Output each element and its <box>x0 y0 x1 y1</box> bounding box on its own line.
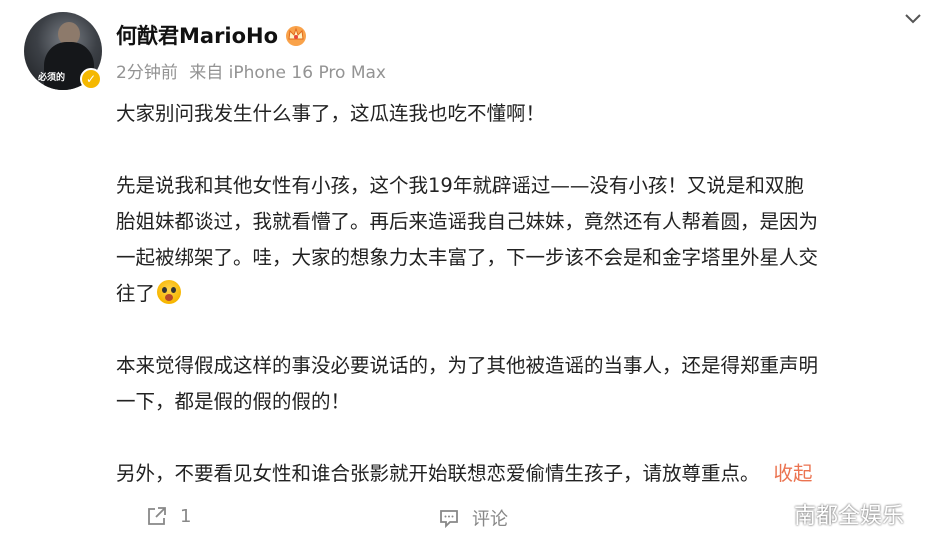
verified-badge-icon: ✓ <box>80 68 102 90</box>
post-source: 来自 iPhone 16 Pro Max <box>189 63 386 83</box>
text-line: 胎姐妹都谈过，我就看懵了。再后来造谣我自己妹妹，竟然还有人帮着圆，是因为 <box>116 210 819 233</box>
post-paragraph-3: 本来觉得假成这样的事没必要说话的，为了其他被造谣的当事人，还是得郑重声明 一下，… <box>116 348 916 420</box>
crown-badge-icon[interactable] <box>284 23 308 47</box>
text-line: 一起被绑架了。哇，大家的想象力太丰富了，下一步该不会是和金字塔里外星人交 <box>116 246 819 269</box>
text-line: 另外，不要看见女性和谁合张影就开始联想恋爱偷情生孩子，请放尊重点。 <box>116 462 760 485</box>
author-name-row: 何猷君MarioHo <box>116 20 308 50</box>
post-meta: 2分钟前 来自 iPhone 16 Pro Max <box>116 58 386 83</box>
collapse-link[interactable]: 收起 <box>774 462 813 485</box>
repost-button[interactable]: 1 <box>146 505 191 527</box>
scream-emoji-icon <box>157 280 182 304</box>
comment-label: 评论 <box>472 509 508 530</box>
post-paragraph-2: 先是说我和其他女性有小孩，这个我19年就辟谣过——没有小孩！又说是和双胞 胎姐妹… <box>116 168 916 312</box>
text-line: 先是说我和其他女性有小孩，这个我19年就辟谣过——没有小孩！又说是和双胞 <box>116 174 804 197</box>
watermark-text: 南都全娱乐 <box>794 504 905 529</box>
text-line: 往了 <box>116 282 156 305</box>
text-line: 一下，都是假的假的假的！ <box>116 390 351 413</box>
author-name[interactable]: 何猷君MarioHo <box>116 20 278 50</box>
repost-count: 1 <box>180 505 192 527</box>
chevron-down-icon[interactable] <box>902 8 924 30</box>
post-paragraph-1: 大家别问我发生什么事了，这瓜连我也吃不懂啊！ <box>116 96 916 132</box>
text-line: 大家别问我发生什么事了，这瓜连我也吃不懂啊！ <box>116 102 546 125</box>
comment-icon <box>440 510 458 529</box>
post-content: 大家别问我发生什么事了，这瓜连我也吃不懂啊！ 先是说我和其他女性有小孩，这个我1… <box>116 96 916 492</box>
repost-icon <box>148 507 166 525</box>
post-time[interactable]: 2分钟前 <box>116 63 178 83</box>
comment-button[interactable]: 评论 <box>438 505 508 531</box>
post-paragraph-4: 另外，不要看见女性和谁合张影就开始联想恋爱偷情生孩子，请放尊重点。 收起 <box>116 456 916 492</box>
avatar-caption: 必须的 <box>38 73 66 83</box>
weibo-logo-icon <box>761 503 789 526</box>
text-line: 本来觉得假成这样的事没必要说话的，为了其他被造谣的当事人，还是得郑重声明 <box>116 354 819 377</box>
weibo-watermark: 南都全娱乐 <box>760 498 904 530</box>
